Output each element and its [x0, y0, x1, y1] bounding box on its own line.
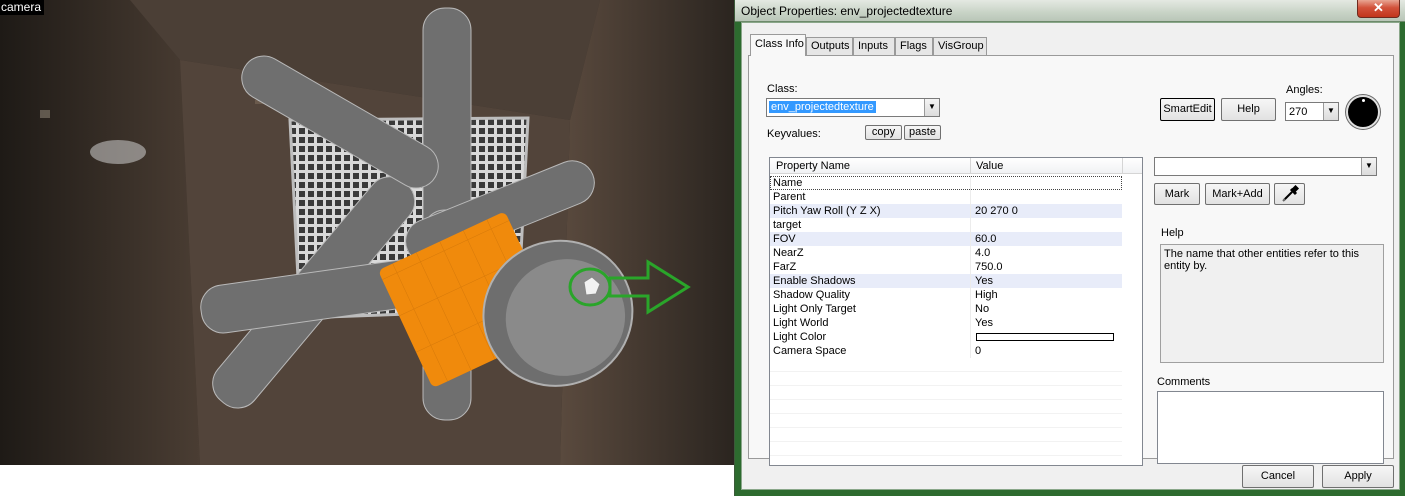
value-select[interactable]: ▼ — [1154, 157, 1377, 176]
dialog-titlebar[interactable]: Object Properties: env_projectedtexture … — [735, 0, 1405, 22]
apply-button[interactable]: Apply — [1322, 465, 1394, 488]
property-name: FOV — [773, 233, 796, 245]
property-value: Yes — [975, 275, 993, 287]
table-row[interactable]: Light World Yes — [770, 316, 1122, 330]
tab-visgroup[interactable]: VisGroup — [933, 37, 987, 56]
angles-value: 270 — [1289, 106, 1308, 118]
mark-add-button[interactable]: Mark+Add — [1205, 183, 1270, 205]
table-row[interactable]: Parent — [770, 190, 1122, 204]
help-button[interactable]: Help — [1221, 98, 1276, 121]
property-name: Pitch Yaw Roll (Y Z X) — [773, 205, 881, 217]
table-row[interactable]: Camera Space 0 — [770, 344, 1122, 358]
class-select-value: env_projectedtexture — [769, 101, 876, 113]
property-value: 4.0 — [975, 247, 991, 259]
property-name: target — [773, 219, 802, 231]
grid-header: Property Name Value — [770, 158, 1142, 174]
class-label: Class: — [767, 83, 798, 95]
eyedropper-button[interactable] — [1274, 183, 1305, 205]
chevron-down-icon[interactable]: ▼ — [1323, 103, 1338, 120]
viewport-bottom-area — [0, 465, 737, 496]
property-name: Name — [773, 177, 803, 189]
property-value: 20 270 0 — [975, 205, 1018, 217]
table-row[interactable]: Light Color — [770, 330, 1122, 344]
property-name: Light Only Target — [773, 303, 856, 315]
grid-rows: Name Parent Pitch Yaw Roll (Y Z X) 20 270… — [770, 176, 1142, 456]
dialog-body: Class Info Outputs Inputs Flags VisGroup… — [741, 22, 1400, 490]
property-name: Parent — [773, 191, 806, 203]
tab-flags[interactable]: Flags — [895, 37, 933, 56]
smartedit-button[interactable]: SmartEdit — [1160, 98, 1215, 121]
mark-button[interactable]: Mark — [1154, 183, 1200, 205]
copy-button[interactable]: copy — [865, 125, 902, 140]
empty-row — [770, 442, 1122, 456]
table-row[interactable]: Light Only Target No — [770, 302, 1122, 316]
keyvalues-label: Keyvalues: — [767, 128, 821, 140]
property-value: 60.0 — [975, 233, 997, 245]
property-value: 0 — [975, 345, 982, 357]
help-text: The name that other entities refer to th… — [1160, 244, 1384, 363]
close-button[interactable]: ✕ — [1357, 0, 1400, 18]
light-color-swatch[interactable] — [976, 333, 1114, 341]
property-value: High — [975, 289, 998, 301]
property-value: 750.0 — [975, 261, 1003, 273]
tab-class-info[interactable]: Class Info — [750, 34, 806, 56]
eyedropper-icon — [1282, 185, 1300, 202]
object-properties-dialog: Object Properties: env_projectedtexture … — [734, 0, 1405, 496]
property-value: Yes — [975, 317, 993, 329]
table-row[interactable]: FOV 60.0 — [770, 232, 1122, 246]
close-icon: ✕ — [1373, 0, 1384, 15]
empty-row — [770, 428, 1122, 442]
angles-dial[interactable] — [1346, 95, 1380, 129]
table-row[interactable]: NearZ 4.0 — [770, 246, 1122, 260]
property-name: Camera Space — [773, 345, 847, 357]
property-value: No — [975, 303, 990, 315]
camera-viewport[interactable]: camera — [0, 0, 737, 465]
help-section-label: Help — [1161, 227, 1184, 239]
column-property-name[interactable]: Property Name — [776, 160, 850, 172]
angles-select[interactable]: 270 ▼ — [1285, 102, 1339, 121]
property-name: Shadow Quality — [773, 289, 851, 301]
empty-row — [770, 372, 1122, 386]
viewport-label: camera — [0, 0, 45, 15]
table-row[interactable]: Name — [770, 176, 1122, 190]
property-name: NearZ — [773, 247, 804, 259]
cancel-button[interactable]: Cancel — [1242, 465, 1314, 488]
dialog-title: Object Properties: env_projectedtexture — [741, 4, 953, 18]
column-divider[interactable] — [970, 158, 971, 174]
table-row[interactable]: FarZ 750.0 — [770, 260, 1122, 274]
table-row[interactable]: target — [770, 218, 1122, 232]
angles-label: Angles: — [1286, 84, 1323, 96]
empty-row — [770, 358, 1122, 372]
angle-indicator — [1362, 99, 1365, 102]
class-info-panel: Class: env_projectedtexture ▼ Keyvalues:… — [748, 55, 1394, 466]
empty-row — [770, 400, 1122, 414]
comments-label: Comments — [1157, 376, 1211, 388]
viewport-scene — [0, 0, 737, 465]
property-name: FarZ — [773, 261, 797, 273]
property-name: Enable Shadows — [773, 275, 856, 287]
property-name: Light Color — [773, 331, 827, 343]
table-row[interactable]: Enable Shadows Yes — [770, 274, 1122, 288]
tab-inputs[interactable]: Inputs — [853, 37, 895, 56]
empty-row — [770, 414, 1122, 428]
tab-outputs[interactable]: Outputs — [806, 37, 853, 56]
keyvalues-grid[interactable]: Property Name Value Name Parent Pitch Ya… — [769, 157, 1143, 466]
comments-textarea[interactable] — [1157, 391, 1384, 464]
dialog-footer: Cancel Apply — [742, 463, 1399, 489]
column-divider[interactable] — [1122, 158, 1123, 174]
table-row[interactable]: Pitch Yaw Roll (Y Z X) 20 270 0 — [770, 204, 1122, 218]
empty-row — [770, 386, 1122, 400]
class-select[interactable]: env_projectedtexture ▼ — [766, 98, 940, 117]
chevron-down-icon[interactable]: ▼ — [1361, 158, 1376, 175]
property-name: Light World — [773, 317, 829, 329]
chevron-down-icon[interactable]: ▼ — [924, 99, 939, 116]
column-value[interactable]: Value — [976, 160, 1003, 172]
paste-button[interactable]: paste — [904, 125, 941, 140]
table-row[interactable]: Shadow Quality High — [770, 288, 1122, 302]
